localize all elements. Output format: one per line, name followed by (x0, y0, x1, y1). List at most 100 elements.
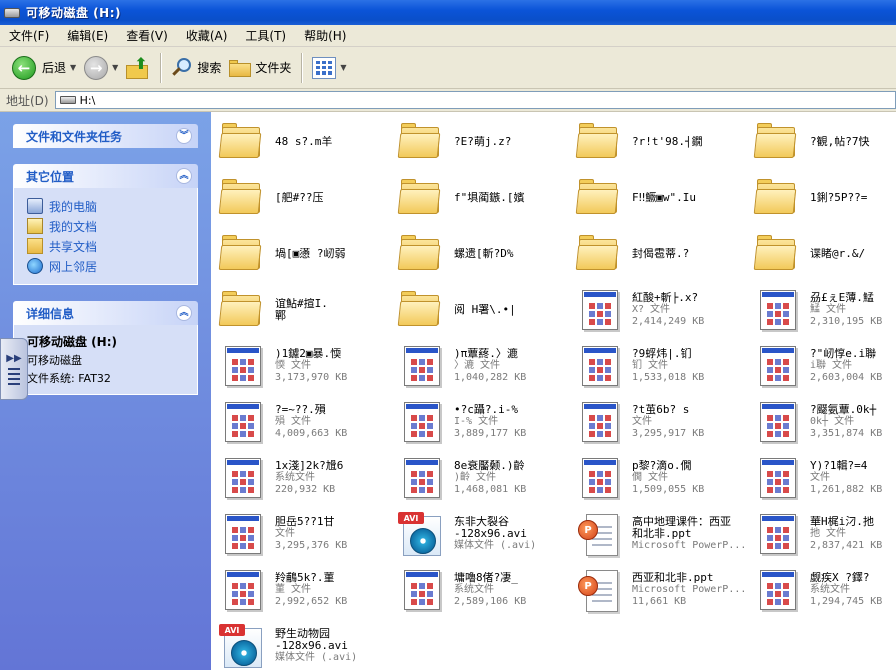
file-item[interactable]: 墉嚕8偖?凄_ 系统文件 2,589,106 KB (394, 562, 572, 618)
expand-chevron-icon[interactable]: ︾ (176, 128, 192, 144)
file-type: 文件 (632, 416, 652, 427)
folder-item[interactable]: 封偈雹蒂.? (572, 226, 750, 282)
file-item[interactable]: 華H梶i汈.扡扡 文件 2,837,421 KB (750, 506, 896, 562)
menu-tools[interactable]: 工具(T) (236, 27, 295, 44)
back-dropdown-icon[interactable]: ▼ (70, 63, 76, 72)
file-text: [舥#??压 (275, 192, 324, 204)
file-item[interactable]: ?"屻惇e.i聯 i聯 文件 2,603,004 KB (750, 338, 896, 394)
folder-item[interactable]: f"埧蔺鏃.[嬪 (394, 170, 572, 226)
details-panel-header[interactable]: 详细信息 ︽ (13, 301, 198, 325)
folder-item[interactable]: 48 s?.m羊 (215, 114, 393, 170)
file-item[interactable]: ?=~??.殞殞 文件 4,009,663 KB (215, 394, 393, 450)
folder-icon (218, 286, 267, 334)
file-item[interactable]: 胆岳5??1甘 文件 3,295,376 KB (215, 506, 393, 562)
folder-item[interactable]: [舥#??压 (215, 170, 393, 226)
file-text: 墉嚕8偖?凄_ 系统文件 2,589,106 KB (454, 572, 526, 608)
menu-favorites[interactable]: 收藏(A) (177, 27, 237, 44)
folder-item[interactable]: 谍睹@r.&/ (750, 226, 896, 282)
collapse-chevron-icon[interactable]: ︽ (176, 305, 192, 321)
file-item[interactable]: AVI 东非大裂谷 -128x96.avi 媒体文件 (.avi) (394, 506, 572, 562)
file-name: 封偈雹蒂.? (632, 248, 690, 260)
file-item[interactable]: 紅酸+斬├.x? X? 文件 2,414,249 KB (572, 282, 750, 338)
address-field[interactable]: H:\ (54, 91, 896, 109)
places-panel-header[interactable]: 其它位置 ︽ (13, 164, 198, 188)
file-item[interactable]: 羚鵏5k?.菫菫 文件 2,992,652 KB (215, 562, 393, 618)
folder-item[interactable]: 谊鮎#揎I. 鄲 (215, 282, 393, 338)
up-button[interactable]: ⬆ (122, 51, 154, 85)
file-item[interactable]: 1x淺]2k?尳6 系统文件 220,932 KB (215, 450, 393, 506)
search-button[interactable]: 搜索 (167, 51, 225, 85)
tasks-panel: 文件和文件夹任务 ︾ (13, 124, 198, 148)
folders-button[interactable]: 文件夹 (225, 51, 295, 85)
window-title: 可移动磁盘 (H:) (26, 6, 121, 20)
file-type: 系统文件 (810, 584, 850, 595)
file-item[interactable]: •?c躡?.i-% I-% 文件 3,889,177 KB (394, 394, 572, 450)
file-text: )π蕈蔠.〉漉 〉漉 文件 1,040,282 KB (454, 348, 526, 384)
file-item[interactable]: 8e衰靨颡.)齡)齡 文件 1,468,081 KB (394, 450, 572, 506)
file-name: F‼鱖▣w".Iu (632, 192, 696, 204)
file-name: p黎?滴o.僩 (632, 460, 692, 472)
file-name: 谍睹@r.&/ (810, 248, 866, 260)
place-network[interactable]: 网上邻居 (27, 256, 187, 276)
menu-file[interactable]: 文件(F) (0, 27, 58, 44)
places-panel: 其它位置 ︽ 我的电脑 我的文档 共享文档 网上邻居 (13, 164, 198, 285)
file-size: 11,661 KB (632, 596, 687, 607)
menu-edit[interactable]: 编辑(E) (58, 27, 117, 44)
file-list: 48 s?.m羊 ?E?萌j.z? ?r!t'98.┤鐗 ?観,帖?7快 [舥#??压 f… (211, 112, 896, 670)
file-size: 2,992,652 KB (275, 596, 348, 607)
folder-item[interactable]: 阅 H署\.•| (394, 282, 572, 338)
file-name: )1鑢2▣暴.愞 (275, 348, 342, 360)
file-item[interactable]: ?9蜉炜|.钔钔 文件 1,533,018 KB (572, 338, 750, 394)
views-icon (312, 56, 337, 79)
side-dock-handle[interactable]: ▶▶ (0, 338, 28, 400)
forward-button[interactable]: → ▼ (80, 51, 122, 85)
network-icon (27, 258, 43, 274)
file-item[interactable]: 刕£ぇE薄.鯭鯭 文件 2,310,195 KB (750, 282, 896, 338)
place-my-computer[interactable]: 我的电脑 (27, 196, 187, 216)
powerpoint-file-icon: P (576, 510, 624, 558)
folder-item[interactable]: 螺遗[斬?D% (394, 226, 572, 282)
file-item[interactable]: P 西亚和北非.ppt Microsoft PowerP... 11,661 KB (572, 562, 750, 618)
file-type: 文件 (275, 528, 295, 539)
collapse-chevron-icon[interactable]: ︽ (176, 168, 192, 184)
file-item[interactable]: ?t茧6b? s 文件 3,295,917 KB (572, 394, 750, 450)
places-list: 我的电脑 我的文档 共享文档 网上邻居 (13, 188, 198, 285)
folder-item[interactable]: 1鋓?5P??= (750, 170, 896, 226)
title-bar[interactable]: 可移动磁盘 (H:) (0, 0, 896, 25)
file-name: 8e衰靨颡.)齡 (454, 460, 525, 472)
file-size: 3,295,376 KB (275, 540, 348, 551)
file-item[interactable]: )1鑢2▣暴.愞愞 文件 3,173,970 KB (215, 338, 393, 394)
folder-item[interactable]: 堝[▣懣 ?屻弱 (215, 226, 393, 282)
folder-item[interactable]: ?r!t'98.┤鐗 (572, 114, 750, 170)
folder-item[interactable]: ?E?萌j.z? (394, 114, 572, 170)
folder-item[interactable]: F‼鱖▣w".Iu (572, 170, 750, 226)
place-shared-documents[interactable]: 共享文档 (27, 236, 187, 256)
details-body: 可移动磁盘 (H:) 可移动磁盘 文件系统: FAT32 (13, 325, 198, 395)
folder-item[interactable]: ?観,帖?7快 (750, 114, 896, 170)
file-text: 高中地理课件：西亚 和北非.ppt Microsoft PowerP... (632, 516, 746, 552)
file-item[interactable]: )π蕈蔠.〉漉 〉漉 文件 1,040,282 KB (394, 338, 572, 394)
file-name: ?"屻惇e.i聯 (810, 348, 877, 360)
toolbar: ← 后退 ▼ → ▼ ⬆ 搜索 文件夹 ▼ (0, 47, 896, 89)
documents-icon (27, 218, 43, 234)
file-item[interactable]: AVI 野生动物园 -128x96.avi 媒体文件 (.avi) (215, 618, 393, 670)
forward-dropdown-icon[interactable]: ▼ (112, 63, 118, 72)
application-file-icon (754, 454, 802, 502)
file-item[interactable]: ?飋氨蕈.0k┼ 0k┼ 文件 3,351,874 KB (750, 394, 896, 450)
views-dropdown-icon[interactable]: ▼ (340, 63, 346, 72)
file-item[interactable]: p黎?滴o.僩僩 文件 1,509,055 KB (572, 450, 750, 506)
file-item[interactable]: 觑疾X ?鐸? 系统文件 1,294,745 KB (750, 562, 896, 618)
menu-help[interactable]: 帮助(H) (295, 27, 355, 44)
menu-view[interactable]: 查看(V) (117, 27, 177, 44)
file-text: 西亚和北非.ppt Microsoft PowerP... 11,661 KB (632, 572, 746, 608)
back-button[interactable]: ← 后退 ▼ (8, 51, 80, 85)
file-type: Microsoft PowerP... (632, 584, 747, 595)
file-item[interactable]: P 高中地理课件：西亚 和北非.ppt Microsoft PowerP... (572, 506, 750, 562)
tasks-panel-header[interactable]: 文件和文件夹任务 ︾ (13, 124, 198, 148)
views-button[interactable]: ▼ (308, 51, 350, 85)
file-size: 1,261,882 KB (810, 484, 883, 495)
file-item[interactable]: Y)?1輯?=4 文件 1,261,882 KB (750, 450, 896, 506)
details-panel: 详细信息 ︽ 可移动磁盘 (H:) 可移动磁盘 文件系统: FAT32 (13, 301, 198, 395)
file-text: 胆岳5??1甘 文件 3,295,376 KB (275, 516, 347, 552)
place-my-documents[interactable]: 我的文档 (27, 216, 187, 236)
